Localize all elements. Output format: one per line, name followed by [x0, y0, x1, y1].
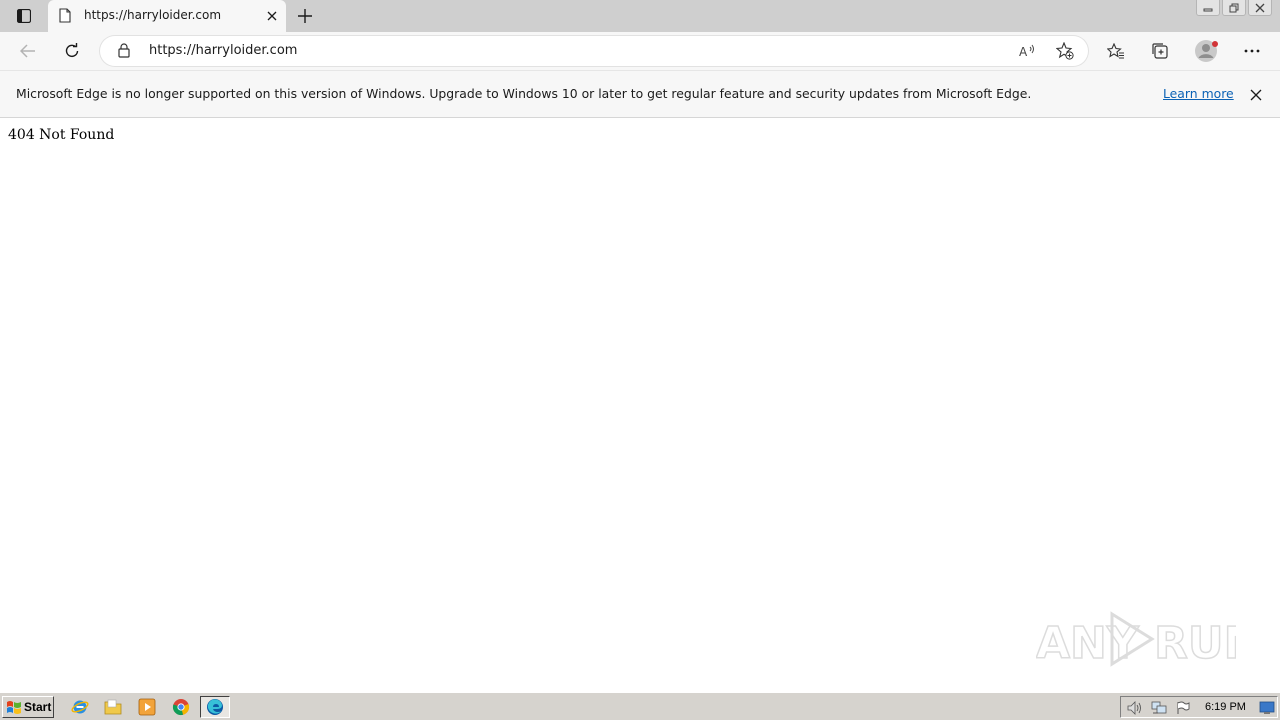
edge-icon	[207, 699, 223, 715]
windows-taskbar: Start 6:19 PM	[0, 692, 1280, 720]
profile-button[interactable]	[1193, 39, 1221, 63]
watermark-left: ANY	[1036, 618, 1140, 669]
read-aloud-icon[interactable]: A	[1017, 40, 1039, 62]
anyrun-watermark: ANY RUN	[1036, 611, 1236, 670]
unsupported-os-infobar: Microsoft Edge is no longer supported on…	[0, 70, 1280, 118]
browser-toolbar: A	[0, 32, 1280, 70]
close-icon	[1250, 89, 1262, 101]
tab-actions-icon	[17, 9, 31, 23]
windows-logo-icon	[7, 701, 21, 714]
back-button[interactable]	[16, 39, 40, 63]
svg-text:A: A	[1019, 45, 1028, 58]
media-player-icon	[138, 698, 156, 716]
restore-button[interactable]	[1222, 0, 1246, 16]
favorites-icon	[1107, 43, 1124, 59]
more-icon	[1244, 49, 1260, 53]
media-player-button[interactable]	[136, 697, 158, 717]
close-icon	[1255, 3, 1265, 12]
edge-taskbar-button[interactable]	[200, 696, 230, 718]
internet-explorer-button[interactable]	[69, 697, 91, 717]
infobar-close-button[interactable]	[1246, 85, 1266, 105]
tab-actions-button[interactable]	[12, 6, 36, 26]
network-icon[interactable]	[1151, 700, 1167, 716]
active-tab[interactable]: https://harryloider.com	[48, 0, 286, 32]
start-button[interactable]: Start	[2, 696, 54, 718]
url-input[interactable]	[149, 43, 969, 58]
more-button[interactable]	[1240, 39, 1264, 63]
tab-title: https://harryloider.com	[84, 8, 222, 22]
plus-icon	[298, 9, 312, 23]
page-heading: 404 Not Found	[8, 127, 115, 143]
refresh-icon	[65, 43, 79, 57]
watermark-right: RUN	[1154, 618, 1236, 669]
close-window-button[interactable]	[1248, 0, 1272, 16]
system-tray: 6:19 PM	[1120, 696, 1278, 718]
lock-icon[interactable]	[118, 43, 130, 62]
profile-avatar	[1195, 40, 1218, 62]
add-favorite-icon[interactable]	[1054, 40, 1076, 62]
file-explorer-button[interactable]	[102, 697, 124, 717]
new-tab-button[interactable]	[294, 5, 316, 27]
infobar-message: Microsoft Edge is no longer supported on…	[16, 86, 1032, 101]
close-icon	[267, 11, 277, 21]
address-bar[interactable]: A	[100, 36, 1088, 66]
folder-icon	[104, 699, 122, 715]
chrome-button[interactable]	[170, 697, 192, 717]
internet-explorer-icon	[71, 700, 89, 714]
favorites-button[interactable]	[1104, 39, 1128, 63]
refresh-button[interactable]	[60, 39, 84, 63]
collections-button[interactable]	[1148, 39, 1172, 63]
collections-icon	[1152, 43, 1168, 59]
tab-close-button[interactable]	[264, 8, 280, 24]
start-label: Start	[24, 700, 52, 714]
system-clock[interactable]: 6:19 PM	[1205, 701, 1246, 713]
minimize-button[interactable]	[1196, 0, 1220, 16]
window-controls	[1196, 0, 1272, 18]
action-center-flag-icon[interactable]	[1175, 700, 1191, 716]
volume-icon[interactable]	[1127, 700, 1143, 716]
show-desktop-icon[interactable]	[1259, 700, 1275, 716]
page-icon	[59, 8, 73, 24]
web-page: 404 Not Found	[0, 118, 1280, 692]
learn-more-link[interactable]: Learn more	[1163, 86, 1234, 101]
chrome-icon	[172, 699, 190, 716]
restore-icon	[1229, 3, 1239, 12]
back-arrow-icon	[20, 44, 35, 58]
minimize-icon	[1203, 8, 1213, 11]
tab-strip: https://harryloider.com	[0, 0, 1280, 32]
